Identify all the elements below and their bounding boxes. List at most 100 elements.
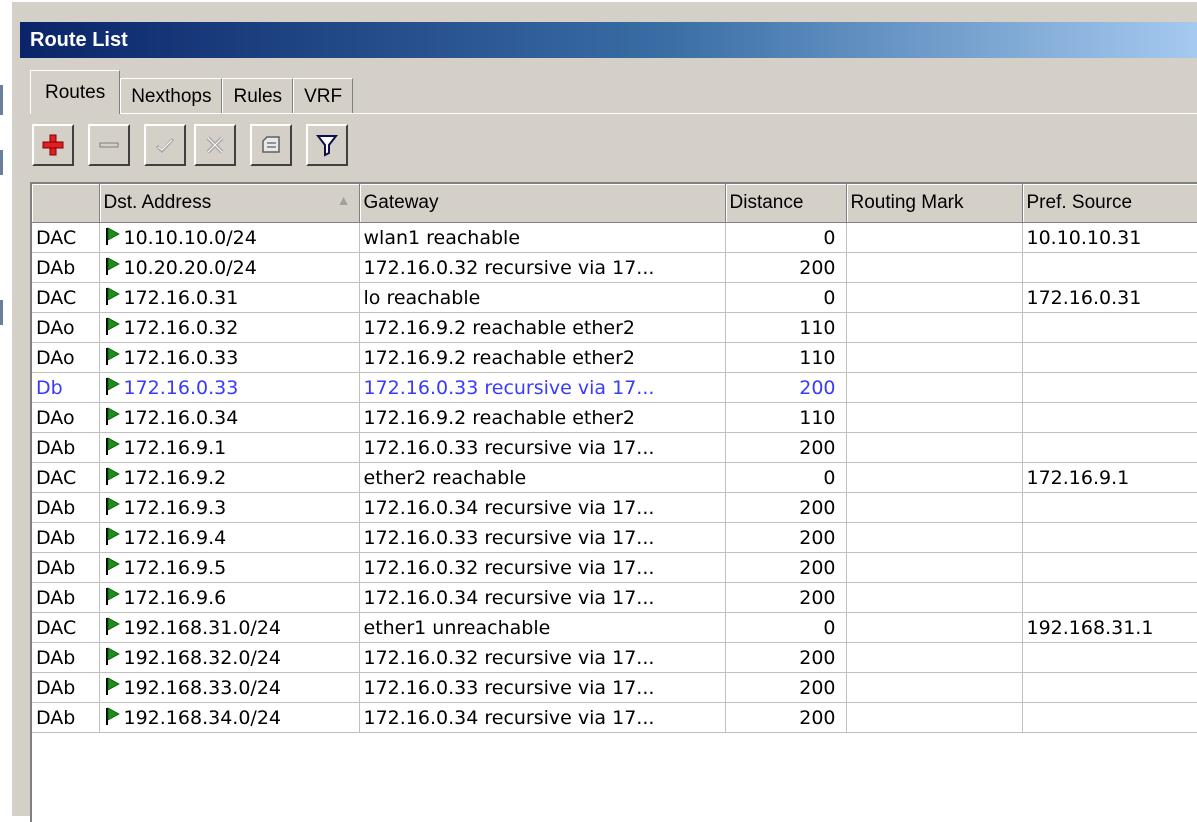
routing-mark-cell <box>846 312 1023 343</box>
route-flags-cell: DAb <box>32 642 100 673</box>
route-table-container[interactable]: Dst. Address ▲ Gateway Distance Routing M… <box>30 182 1197 822</box>
gateway-cell: ether2 reachable <box>359 462 726 493</box>
route-active-flag-icon <box>105 497 120 515</box>
table-row[interactable]: DAb 172.16.9.1 172.16.0.33 recursive via 1… <box>32 432 1197 463</box>
dst-address-cell: 192.168.32.0/24 <box>99 642 360 673</box>
table-header-row: Dst. Address ▲ Gateway Distance Routing M… <box>32 184 1197 223</box>
route-flags-cell: DAC <box>32 612 100 643</box>
routing-mark-cell <box>846 462 1023 493</box>
cross-icon <box>206 136 224 154</box>
route-active-flag-icon <box>105 227 120 245</box>
table-row[interactable]: DAb 192.168.34.0/24 172.16.0.34 recursive … <box>32 702 1197 733</box>
pref-source-cell: 10.10.10.31 <box>1022 222 1197 253</box>
table-row[interactable]: DAC 192.168.31.0/24 ether1 unreachable 0 192… <box>32 612 1197 643</box>
dst-address-cell: 172.16.9.5 <box>99 552 360 583</box>
column-header-gateway[interactable]: Gateway <box>359 184 726 223</box>
distance-cell: 200 <box>725 432 847 463</box>
dst-address-text: 172.16.0.34 <box>123 407 239 429</box>
column-header-pref-source[interactable]: Pref. Source <box>1022 184 1197 223</box>
route-flags-cell: DAb <box>32 432 100 463</box>
pref-source-cell: 172.16.9.1 <box>1022 462 1197 493</box>
pref-source-cell <box>1022 312 1197 343</box>
add-button[interactable] <box>32 124 74 166</box>
tab-rules[interactable]: Rules <box>222 78 294 114</box>
route-flags-cell: DAb <box>32 702 100 733</box>
dst-address-text: 172.16.0.31 <box>123 287 239 309</box>
routing-mark-cell <box>846 522 1023 553</box>
tab-bar: Routes Nexthops Rules VRF <box>30 70 354 114</box>
table-row[interactable]: DAo 172.16.0.34 172.16.9.2 reachable ether… <box>32 402 1197 433</box>
route-flags-cell: DAb <box>32 522 100 553</box>
table-row[interactable]: DAo 172.16.0.32 172.16.9.2 reachable ether… <box>32 312 1197 343</box>
dst-address-text: 172.16.9.1 <box>123 437 227 459</box>
table-row[interactable]: Db 172.16.0.33 172.16.0.33 recursive via 1… <box>32 372 1197 403</box>
routing-mark-cell <box>846 222 1023 253</box>
gateway-cell: 172.16.0.34 recursive via 17... <box>359 582 726 613</box>
distance-cell: 200 <box>725 492 847 523</box>
gateway-cell: 172.16.0.32 recursive via 17... <box>359 252 726 283</box>
remove-button[interactable] <box>88 124 130 166</box>
dst-address-text: 172.16.9.2 <box>123 467 227 489</box>
routing-mark-cell <box>846 672 1023 703</box>
dst-address-cell: 172.16.9.6 <box>99 582 360 613</box>
dst-address-text: 172.16.0.33 <box>123 347 239 369</box>
route-flags-cell: DAC <box>32 462 100 493</box>
distance-cell: 0 <box>725 612 847 643</box>
route-flags-cell: DAC <box>32 222 100 253</box>
table-row[interactable]: DAb 172.16.9.6 172.16.0.34 recursive via 1… <box>32 582 1197 613</box>
table-row[interactable]: DAC 172.16.0.31 lo reachable 0 172.16.0.31 <box>32 282 1197 313</box>
pref-source-cell: 192.168.31.1 <box>1022 612 1197 643</box>
table-row[interactable]: DAb 172.16.9.5 172.16.0.32 recursive via 1… <box>32 552 1197 583</box>
table-row[interactable]: DAo 172.16.0.33 172.16.9.2 reachable ether… <box>32 342 1197 373</box>
filter-button[interactable] <box>306 124 348 166</box>
comment-button[interactable] <box>250 124 292 166</box>
sort-ascending-icon: ▲ <box>336 192 351 208</box>
route-flags-cell: DAb <box>32 672 100 703</box>
distance-cell: 0 <box>725 462 847 493</box>
edge-mark <box>0 150 3 175</box>
dst-address-text: 172.16.0.33 <box>123 377 239 399</box>
distance-cell: 200 <box>725 672 847 703</box>
route-active-flag-icon <box>105 527 120 545</box>
distance-cell: 200 <box>725 372 847 403</box>
dst-address-text: 172.16.0.32 <box>123 317 239 339</box>
column-header-distance[interactable]: Distance <box>725 184 847 223</box>
routing-mark-cell <box>846 432 1023 463</box>
tab-vrf[interactable]: VRF <box>293 78 354 114</box>
table-row[interactable]: DAb 172.16.9.3 172.16.0.34 recursive via 1… <box>32 492 1197 523</box>
table-row[interactable]: DAC 172.16.9.2 ether2 reachable 0 172.16.9.1 <box>32 462 1197 493</box>
dst-address-cell: 192.168.34.0/24 <box>99 702 360 733</box>
dst-address-cell: 192.168.31.0/24 <box>99 612 360 643</box>
dst-address-text: 192.168.32.0/24 <box>123 647 282 669</box>
table-row[interactable]: DAb 10.20.20.0/24 172.16.0.32 recursive vi… <box>32 252 1197 283</box>
route-active-flag-icon <box>105 407 120 425</box>
tab-panel-border <box>30 113 1197 114</box>
table-row[interactable]: DAb 192.168.32.0/24 172.16.0.32 recursive … <box>32 642 1197 673</box>
pref-source-cell <box>1022 582 1197 613</box>
route-table: Dst. Address ▲ Gateway Distance Routing M… <box>32 184 1197 733</box>
gateway-cell: 172.16.0.32 recursive via 17... <box>359 552 726 583</box>
table-row[interactable]: DAC 10.10.10.0/24 wlan1 reachable 0 10.10.10… <box>32 222 1197 253</box>
tab-nexthops[interactable]: Nexthops <box>120 78 223 114</box>
dst-address-cell: 172.16.0.34 <box>99 402 360 433</box>
route-active-flag-icon <box>105 257 120 275</box>
distance-cell: 200 <box>725 702 847 733</box>
dst-address-cell: 172.16.9.3 <box>99 492 360 523</box>
table-row[interactable]: DAb 172.16.9.4 172.16.0.33 recursive via 1… <box>32 522 1197 553</box>
pref-source-cell <box>1022 522 1197 553</box>
routing-mark-cell <box>846 642 1023 673</box>
disable-button[interactable] <box>194 124 236 166</box>
tab-routes[interactable]: Routes <box>30 70 121 114</box>
title-bar[interactable]: Route List <box>20 22 1197 58</box>
pref-source-cell <box>1022 372 1197 403</box>
route-active-flag-icon <box>105 677 120 695</box>
route-active-flag-icon <box>105 317 120 335</box>
table-row[interactable]: DAb 192.168.33.0/24 172.16.0.33 recursive … <box>32 672 1197 703</box>
enable-button[interactable] <box>144 124 186 166</box>
distance-cell: 200 <box>725 522 847 553</box>
route-flags-cell: DAo <box>32 342 100 373</box>
column-header-flags[interactable] <box>32 184 100 223</box>
distance-cell: 110 <box>725 402 847 433</box>
column-header-routing-mark[interactable]: Routing Mark <box>846 184 1023 223</box>
column-header-dst-address[interactable]: Dst. Address ▲ <box>99 184 360 223</box>
